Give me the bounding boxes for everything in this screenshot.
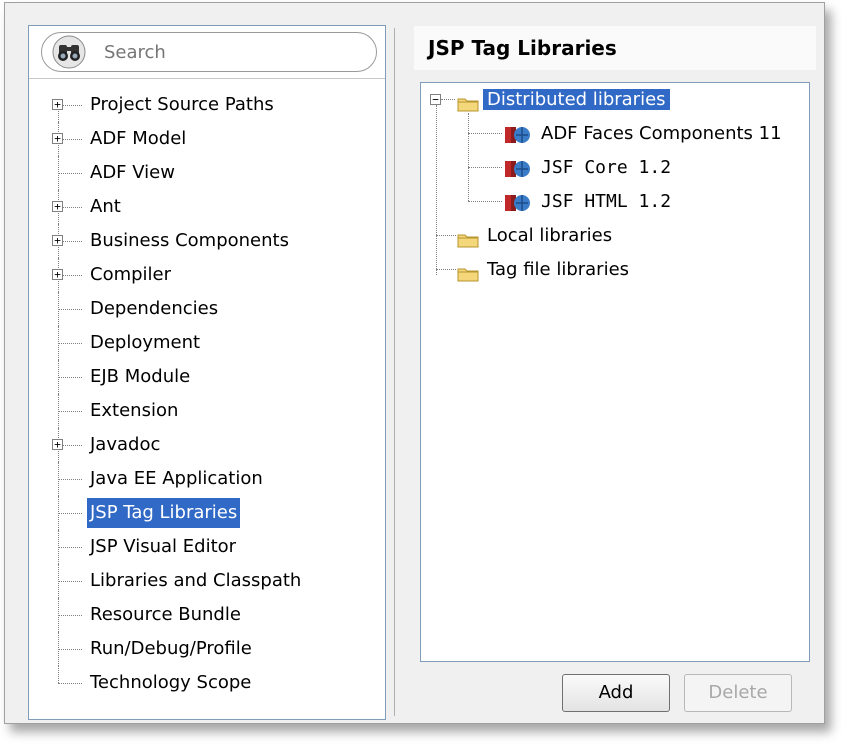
folder-icon xyxy=(457,92,479,112)
tree-item[interactable]: JSP Tag Libraries xyxy=(29,496,385,530)
tree-item[interactable]: JSP Visual Editor xyxy=(29,530,385,564)
tree-connector xyxy=(58,377,82,378)
tree-connector xyxy=(58,411,82,412)
left-navigation-panel: + Project Source Paths + ADF Model ADF View +… xyxy=(28,25,386,720)
tree-item[interactable]: Extension xyxy=(29,394,385,428)
delete-button-label: Delete xyxy=(708,682,768,703)
expand-icon[interactable]: + xyxy=(52,235,63,246)
tree-connector xyxy=(58,683,82,684)
tree-item-label: Compiler xyxy=(90,264,172,285)
tree-item[interactable]: Deployment xyxy=(29,326,385,360)
tree-item-label: Deployment xyxy=(90,332,201,353)
tree-item-label: Java EE Application xyxy=(90,468,263,489)
tree-item-label: Technology Scope xyxy=(90,672,252,693)
tree-node-label: Distributed libraries xyxy=(483,89,670,110)
tree-node-distributed-libraries[interactable]: Distributed libraries xyxy=(457,85,670,115)
tree-item[interactable]: + Project Source Paths xyxy=(29,88,385,122)
tree-node-tag-file-libraries[interactable]: Tag file libraries xyxy=(457,255,633,285)
tree-item[interactable]: Java EE Application xyxy=(29,462,385,496)
expand-icon[interactable]: + xyxy=(52,133,63,144)
tree-item[interactable]: ADF View xyxy=(29,156,385,190)
add-button[interactable]: Add xyxy=(562,674,670,712)
tree-node-library[interactable]: JSF Core 1.2 xyxy=(503,153,675,183)
tree-connector xyxy=(58,615,82,616)
tree-item[interactable]: Run/Debug/Profile xyxy=(29,632,385,666)
tree-item-label: JSP Visual Editor xyxy=(90,536,237,557)
tree-node-label: ADF Faces Components 11 xyxy=(541,123,782,144)
tree-item-label: Ant xyxy=(90,196,121,217)
tree-connector xyxy=(58,666,59,683)
tree-item[interactable]: EJB Module xyxy=(29,360,385,394)
tree-connector xyxy=(58,343,82,344)
tree-item[interactable]: + Compiler xyxy=(29,258,385,292)
tree-item-label: Project Source Paths xyxy=(90,94,274,115)
tree-connector xyxy=(58,309,82,310)
tree-item[interactable]: Libraries and Classpath xyxy=(29,564,385,598)
tree-node-label: JSF Core 1.2 xyxy=(541,157,672,178)
search-input[interactable] xyxy=(102,40,326,64)
collapse-icon[interactable]: − xyxy=(430,94,441,105)
tree-connector xyxy=(436,105,437,275)
tree-connector xyxy=(58,581,82,582)
tree-connector xyxy=(58,649,82,650)
expand-icon[interactable]: + xyxy=(52,99,63,110)
tree-item-label: ADF View xyxy=(90,162,175,183)
tree-connector xyxy=(58,173,82,174)
tree-item-label: Libraries and Classpath xyxy=(90,570,302,591)
tree-connector xyxy=(468,201,502,202)
tree-node-library[interactable]: ADF Faces Components 11 xyxy=(503,119,786,149)
tree-connector xyxy=(58,513,82,514)
tree-item-label: ADF Model xyxy=(90,128,187,149)
tree-item[interactable]: + Javadoc xyxy=(29,428,385,462)
tree-node-library[interactable]: JSF HTML 1.2 xyxy=(503,187,675,217)
tree-item[interactable]: + Business Components xyxy=(29,224,385,258)
tree-node-local-libraries[interactable]: Local libraries xyxy=(457,221,616,251)
tag-library-icon xyxy=(503,190,531,214)
tree-item-label: Run/Debug/Profile xyxy=(90,638,252,659)
tree-node-label: Tag file libraries xyxy=(487,259,630,280)
add-button-label: Add xyxy=(598,682,634,703)
expand-icon[interactable]: + xyxy=(52,439,63,450)
tree-connector xyxy=(468,133,502,134)
tree-item[interactable]: Dependencies xyxy=(29,292,385,326)
search-separator xyxy=(29,78,385,79)
tree-connector xyxy=(58,479,82,480)
tree-connector xyxy=(441,99,455,100)
tree-item[interactable]: + ADF Model xyxy=(29,122,385,156)
tree-connector xyxy=(436,269,456,270)
folder-icon xyxy=(457,262,479,282)
tree-item-label: Business Components xyxy=(90,230,289,251)
delete-button[interactable]: Delete xyxy=(684,674,792,712)
tree-item-label: Resource Bundle xyxy=(90,604,241,625)
binoculars-icon xyxy=(52,35,86,69)
folder-icon xyxy=(457,228,479,248)
tree-connector xyxy=(58,547,82,548)
tree-item-label: EJB Module xyxy=(90,366,191,387)
tree-item[interactable]: + Ant xyxy=(29,190,385,224)
tree-item-label: JSP Tag Libraries xyxy=(87,498,241,528)
tree-connector xyxy=(468,113,469,201)
category-tree: + Project Source Paths + ADF Model ADF View +… xyxy=(29,88,385,700)
expand-icon[interactable]: + xyxy=(52,201,63,212)
tree-item[interactable]: Technology Scope xyxy=(29,666,385,700)
expand-icon[interactable]: + xyxy=(52,269,63,280)
tree-item-label: Extension xyxy=(90,400,179,421)
tag-library-icon xyxy=(503,156,531,180)
page-title: JSP Tag Libraries xyxy=(414,26,816,70)
search-box[interactable] xyxy=(41,32,377,72)
tree-item[interactable]: Resource Bundle xyxy=(29,598,385,632)
tree-node-label: JSF HTML 1.2 xyxy=(541,191,672,212)
split-pane-divider[interactable] xyxy=(394,28,395,716)
tree-item-label: Javadoc xyxy=(90,434,161,455)
tree-connector xyxy=(436,235,456,236)
tree-item-label: Dependencies xyxy=(90,298,219,319)
tree-connector xyxy=(468,167,502,168)
tag-libraries-tree: − Distributed libraries ADF Faces Compon… xyxy=(420,82,810,662)
tree-node-label: Local libraries xyxy=(487,225,613,246)
tag-library-icon xyxy=(503,122,531,146)
